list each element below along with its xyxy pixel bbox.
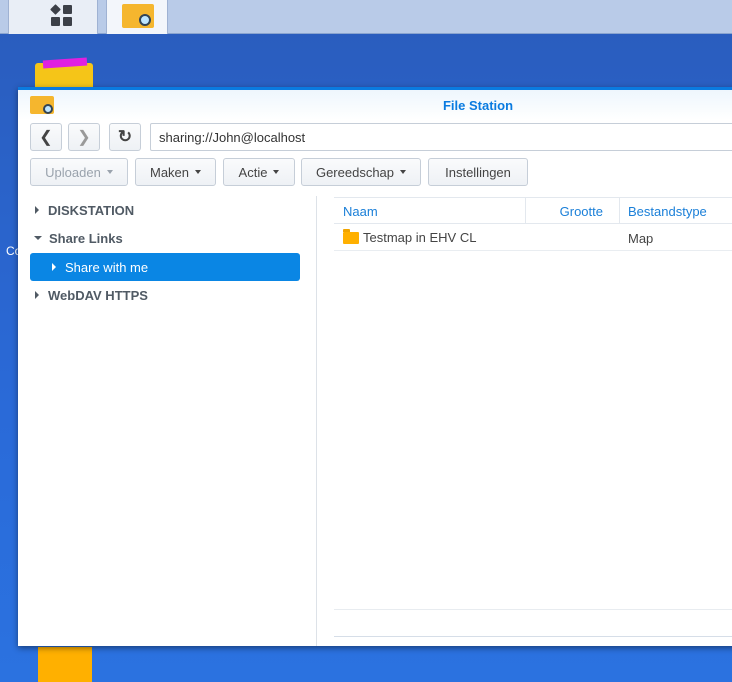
main-menu-button[interactable] xyxy=(8,0,98,34)
divider xyxy=(334,636,732,637)
file-name: Testmap in EHV CL xyxy=(363,230,477,245)
sidebar-item-share-links[interactable]: Share Links xyxy=(30,224,300,252)
desktop-icon-folder-stack[interactable] xyxy=(35,57,93,89)
sidebar-tree: DISKSTATION Share Links Share with me We… xyxy=(18,196,317,646)
tools-label: Gereedschap xyxy=(315,164,395,180)
taskbar xyxy=(0,0,732,34)
upload-label: Uploaden xyxy=(45,164,101,180)
address-bar[interactable]: sharing://John@localhost xyxy=(150,123,732,151)
list-header: Naam Grootte Bestandstype xyxy=(334,197,732,224)
sidebar-item-label: DISKSTATION xyxy=(48,202,135,218)
desktop-icon-folder[interactable] xyxy=(38,647,92,682)
sidebar-item-share-with-me[interactable]: Share with me xyxy=(30,253,300,281)
create-label: Maken xyxy=(149,164,190,180)
sidebar-item-webdav-https[interactable]: WebDAV HTTPS xyxy=(30,281,300,309)
refresh-button[interactable]: ↻ xyxy=(109,123,141,151)
caret-down-icon xyxy=(400,170,407,174)
sidebar-item-label: WebDAV HTTPS xyxy=(48,287,148,303)
taskbar-file-station[interactable] xyxy=(106,0,168,34)
sidebar-item-label: Share Links xyxy=(49,230,123,246)
folder-icon xyxy=(343,229,359,244)
action-button[interactable]: Actie xyxy=(223,158,295,186)
tools-button[interactable]: Gereedschap xyxy=(301,158,421,186)
refresh-icon: ↻ xyxy=(117,127,133,146)
create-button[interactable]: Maken xyxy=(135,158,216,186)
action-label: Actie xyxy=(238,164,268,180)
collapse-arrow-icon[interactable] xyxy=(34,236,42,240)
forward-button[interactable]: ❯ xyxy=(68,123,100,151)
title-bar[interactable]: File Station xyxy=(18,90,732,120)
chevron-right-icon: ❯ xyxy=(77,129,91,146)
file-station-window: File Station ❮ ❯ ↻ sharing://John@localh… xyxy=(18,87,732,646)
main-menu-grid-icon xyxy=(50,4,73,27)
window-title: File Station xyxy=(442,98,514,113)
expand-arrow-icon[interactable] xyxy=(35,206,39,214)
caret-down-icon xyxy=(106,170,113,174)
file-list: Naam Grootte Bestandstype Testmap in EHV… xyxy=(334,197,732,646)
upload-button[interactable]: Uploaden xyxy=(30,158,128,186)
caret-down-icon xyxy=(273,170,280,174)
table-row[interactable]: Testmap in EHV CL Map xyxy=(334,224,732,251)
column-header-type[interactable]: Bestandstype xyxy=(620,198,732,224)
expand-arrow-icon[interactable] xyxy=(52,263,56,271)
settings-button[interactable]: Instellingen xyxy=(428,158,528,186)
back-button[interactable]: ❮ xyxy=(30,123,62,151)
file-station-icon xyxy=(122,4,154,28)
chevron-left-icon: ❮ xyxy=(39,129,53,146)
sidebar-item-diskstation[interactable]: DISKSTATION xyxy=(30,196,300,224)
column-header-size[interactable]: Grootte xyxy=(526,198,620,224)
settings-label: Instellingen xyxy=(445,164,511,180)
expand-arrow-icon[interactable] xyxy=(35,291,39,299)
file-type: Map xyxy=(628,231,654,246)
column-header-name[interactable]: Naam xyxy=(334,198,526,224)
caret-down-icon xyxy=(195,170,202,174)
sidebar-item-label: Share with me xyxy=(65,259,149,275)
divider xyxy=(334,609,732,610)
